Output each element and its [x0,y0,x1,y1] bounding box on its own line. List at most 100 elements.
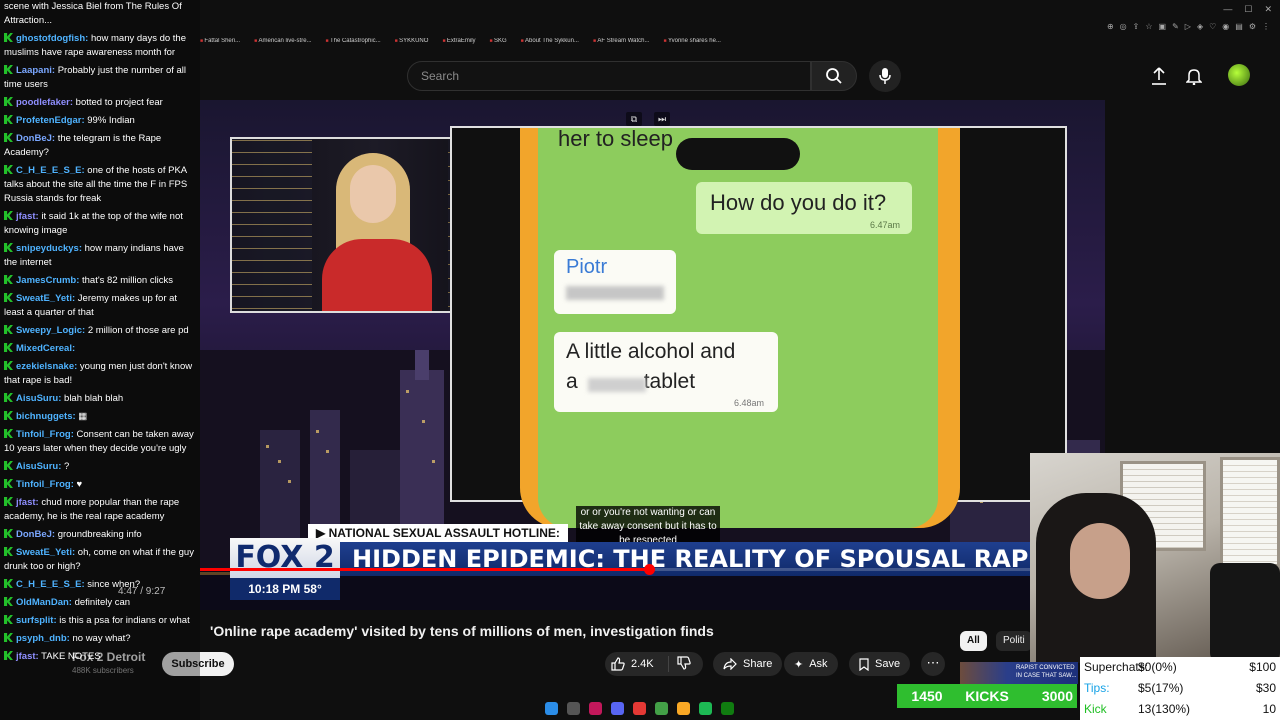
chat-username[interactable]: jfast: [16,651,39,662]
screen: Fattal Sheri... American live-stre... Th… [0,0,1280,720]
bookmark[interactable]: About The Sykkun... [521,38,579,52]
chat-username[interactable]: AisuSuru: [16,461,61,472]
share-button[interactable]: Share [713,652,783,676]
video-player[interactable]: her to sleep How do you do it? 6.47am Pi… [200,100,1105,610]
kick-badge-icon [4,461,13,470]
superchats-row: Superchats: $0(0%) $100 [1080,657,1280,678]
like-button[interactable]: 2.4K [605,656,669,672]
more-options-button[interactable]: ⋯ [921,652,945,676]
upload-button[interactable] [1148,65,1170,87]
search-input[interactable]: Search [407,61,811,91]
xbox-icon[interactable] [721,701,734,715]
bookmark[interactable]: Fattal Sheri... [200,38,240,52]
chat-username[interactable]: DonBeJ: [16,529,55,540]
superchats-goal: $100 [1249,660,1276,674]
extension-icon[interactable]: ▣ [1159,22,1167,31]
close-icon[interactable]: ✕ [1264,4,1272,15]
extension-icon[interactable]: ◈ [1197,22,1203,31]
progress-scrubber[interactable] [643,564,655,575]
chat-username[interactable]: C_H_E_E_S_E: [16,579,85,590]
extension-icon[interactable]: ◎ [1120,22,1127,31]
chat-text: 99% Indian [87,115,135,126]
skip-icon[interactable]: ⏭ [654,112,670,126]
chat-message: Tinfoil_Frog: ♥ [4,478,196,492]
minimize-icon[interactable]: — [1223,4,1232,15]
bookmark[interactable]: ExtraEmily [442,38,476,52]
extension-icon[interactable]: ▤ [1235,22,1243,31]
chat-username[interactable]: Laapani: [16,65,55,76]
kick-badge-icon [4,615,13,624]
bookmark[interactable]: The Catastrophic... [326,38,381,52]
bookmark[interactable]: SKG [490,38,507,52]
search-icon[interactable] [567,701,580,715]
dislike-button[interactable] [669,655,691,673]
avatar[interactable] [1228,64,1250,86]
extension-icon[interactable]: ◉ [1222,22,1229,31]
chat-username[interactable]: C_H_E_E_S_E: [16,165,85,176]
chat-username[interactable]: bichnuggets: [16,411,76,422]
chat-username[interactable]: jfast: [16,211,39,222]
pip-icon[interactable]: ⧉ [626,112,642,126]
bookmark[interactable]: American live-stre... [254,38,312,52]
kick-badge-icon [4,115,13,124]
bookmark[interactable]: SYKKUNO [395,38,428,52]
chip-all[interactable]: All [960,631,987,651]
maximize-icon[interactable]: ☐ [1244,4,1252,15]
kick-badge-icon [4,411,13,420]
donation-goals: Superchats: $0(0%) $100 Tips: $5(17%) $3… [1080,657,1280,720]
folder-icon[interactable] [677,701,690,715]
chat-username[interactable]: psyph_dnb: [16,633,70,644]
notifications-button[interactable] [1183,65,1205,87]
extension-icon[interactable]: ⚙ [1249,22,1256,31]
kick-subs-row: Kick Subs: 13(130%) 10 [1080,699,1280,720]
chat-username[interactable]: poodlefaker: [16,97,73,108]
chat-username[interactable]: snipeyduckys: [16,243,82,254]
kick-badge-icon [4,243,13,252]
chat-username[interactable]: jfast: [16,497,39,508]
search-button[interactable] [811,61,857,91]
kick-badge-icon [4,497,13,506]
chat-username[interactable]: Tinfoil_Frog: [16,429,74,440]
extension-icon[interactable]: ▷ [1185,22,1191,31]
video-progress-bar[interactable] [200,564,1080,575]
chat-username[interactable]: DonBeJ: [16,133,55,144]
chat-username[interactable]: SweatE_Yeti: [16,293,75,304]
recommended-thumbnail[interactable]: RAPIST CONVICTED IN CASE THAT SAW... [960,662,1078,684]
share-icon[interactable]: ⇪ [1133,22,1140,31]
chat-username[interactable]: surfsplit: [16,615,57,626]
kick-badge-icon [4,325,13,334]
chat-text: ▦ [78,411,88,422]
save-button[interactable]: Save [849,652,911,676]
chat-username[interactable]: ezekielsnake: [16,361,77,372]
extension-icon[interactable]: ♡ [1209,22,1216,31]
bookmark[interactable]: Yvonne shares he... [664,38,721,52]
chat-username[interactable]: SweatE_Yeti: [16,547,75,558]
chip-politics[interactable]: Politi [996,631,1032,651]
app-icon[interactable] [633,701,646,715]
windows-start-icon[interactable] [545,701,558,715]
app-icon[interactable] [589,701,602,715]
chat-username[interactable]: ghostofdogfish: [16,33,88,44]
message-text: A little alcohol and [566,340,736,363]
chat-username[interactable]: MixedCereal: [16,343,75,354]
news-logo: FOX 2 [230,538,340,578]
chat-username[interactable]: JamesCrumb: [16,275,79,286]
spotify-icon[interactable] [699,701,712,715]
bookmark[interactable]: AF Stream Watch... [593,38,649,52]
chat-username[interactable]: Tinfoil_Frog: [16,479,74,490]
miniplayer-controls: ⧉ ⏭ [626,112,670,126]
webcam-feed [1030,453,1280,663]
voice-search-button[interactable] [869,60,901,92]
extension-icon[interactable]: ✎ [1172,22,1179,31]
chat-username[interactable]: AisuSuru: [16,393,61,404]
discord-icon[interactable] [611,701,624,715]
chat-username[interactable]: OldManDan: [16,597,72,608]
ask-button[interactable]: ✦ Ask [784,652,838,676]
bookmark-star-icon[interactable]: ☆ [1145,22,1152,31]
chat-username[interactable]: ProfetenEdgar: [16,115,85,126]
menu-icon[interactable]: ⋮ [1262,22,1270,31]
app-icon[interactable] [655,701,668,715]
chat-username[interactable]: Sweepy_Logic: [16,325,85,336]
zoom-icon[interactable]: ⊕ [1107,22,1114,31]
message-bubble-sender: Piotr [554,250,676,314]
